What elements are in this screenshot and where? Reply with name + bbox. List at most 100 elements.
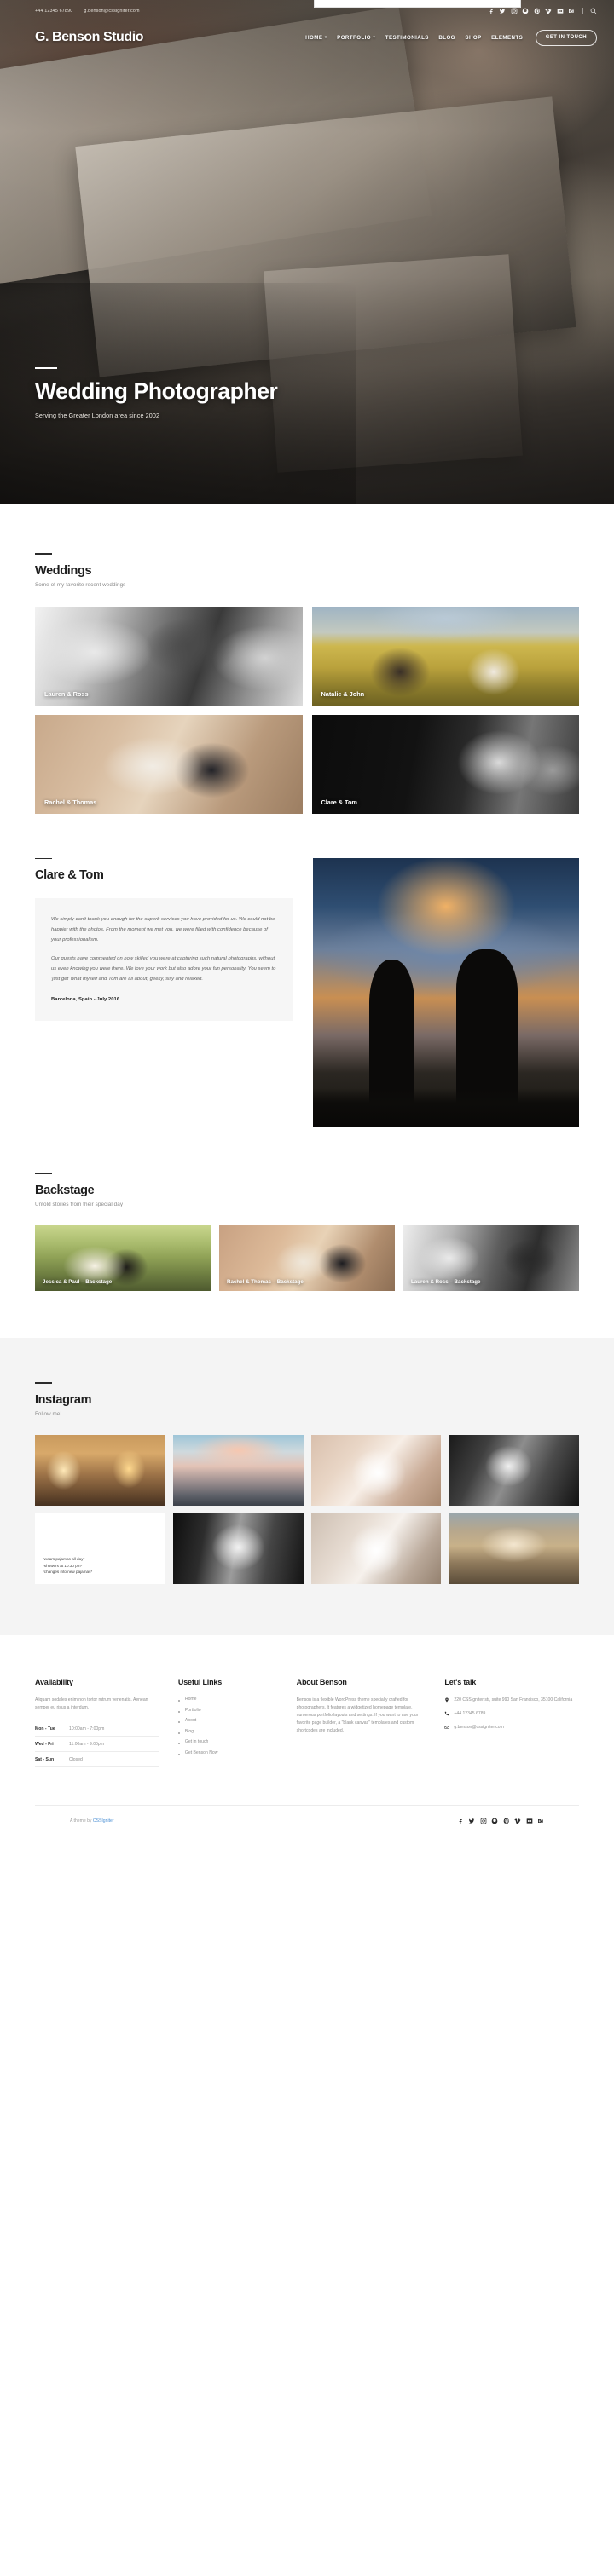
chevron-down-icon: ▾ bbox=[373, 34, 376, 39]
hours-row: Wed - Fri 11:00am - 9:00pm bbox=[35, 1737, 159, 1753]
contact-address: 220 CSSIgniter str, suite 990 San Franci… bbox=[454, 1697, 573, 1703]
page-root: +44 12345 67890 g.benson@cssigniter.com … bbox=[0, 0, 614, 1839]
footer-divider bbox=[444, 1667, 460, 1669]
instagram-post[interactable] bbox=[449, 1513, 579, 1584]
instagram-grid: *wears pajamas all day* *showers at 10:3… bbox=[35, 1434, 579, 1584]
contact-phone-row[interactable]: +44 12345 6789 bbox=[444, 1710, 579, 1718]
nav-items: Home ▾ Portfolio ▾ Testimonials Blog Sho… bbox=[305, 29, 597, 46]
testimonial-row: Clare & Tom We simply can't thank you en… bbox=[35, 857, 579, 1127]
phone-icon bbox=[444, 1711, 449, 1716]
contact-email-row[interactable]: g.benson@cssigniter.com bbox=[444, 1724, 579, 1732]
section-divider bbox=[35, 1382, 52, 1384]
nav-item-shop[interactable]: Shop bbox=[465, 35, 481, 41]
instagram-section: Instagram Follow me! *wears pajamas all … bbox=[0, 1338, 614, 1635]
footer-divider bbox=[35, 1667, 50, 1669]
nav-item-home[interactable]: Home ▾ bbox=[305, 35, 327, 41]
section-divider bbox=[35, 553, 52, 555]
nav-item-blog[interactable]: Blog bbox=[438, 35, 455, 41]
instagram-post[interactable] bbox=[35, 1434, 165, 1506]
contact-email: g.benson@cssigniter.com bbox=[454, 1724, 504, 1730]
credit-prefix: A theme by bbox=[70, 1818, 93, 1824]
instagram-title: Instagram bbox=[35, 1392, 92, 1407]
footer-link-get-benson-now[interactable]: Get Benson Now bbox=[177, 1750, 278, 1755]
instagram-post[interactable] bbox=[310, 1434, 442, 1506]
twitter-icon[interactable] bbox=[499, 8, 506, 14]
testimonial-left: Clare & Tom We simply can't thank you en… bbox=[35, 857, 293, 1021]
useful-links-title: Useful Links bbox=[177, 1678, 223, 1687]
theme-credit: A theme by CSSIgniter bbox=[70, 1818, 114, 1824]
header-email[interactable]: g.benson@cssigniter.com bbox=[84, 9, 139, 14]
backstage-card-caption: Jessica & Paul – Backstage bbox=[43, 1279, 113, 1286]
facebook-icon[interactable] bbox=[457, 1818, 464, 1824]
top-bar: +44 12345 67890 g.benson@cssigniter.com bbox=[0, 0, 614, 22]
contact-title: Let's talk bbox=[444, 1678, 477, 1687]
nav-label: Portfolio bbox=[337, 34, 372, 41]
footer-link-blog[interactable]: Blog bbox=[177, 1729, 278, 1734]
hero-section: +44 12345 67890 g.benson@cssigniter.com … bbox=[0, 0, 614, 504]
search-icon[interactable] bbox=[590, 8, 597, 14]
instagram-post[interactable] bbox=[310, 1513, 442, 1584]
vimeo-icon[interactable] bbox=[545, 8, 552, 14]
nav-item-portfolio[interactable]: Portfolio ▾ bbox=[337, 35, 375, 41]
google-plus-icon[interactable] bbox=[522, 8, 529, 14]
nav-item-testimonials[interactable]: Testimonials bbox=[385, 35, 429, 41]
backstage-card-jessica-paul[interactable]: Jessica & Paul – Backstage bbox=[35, 1225, 211, 1292]
top-bar-contact: +44 12345 67890 g.benson@cssigniter.com bbox=[35, 9, 140, 14]
flickr-icon[interactable] bbox=[557, 8, 564, 14]
twitter-icon[interactable] bbox=[468, 1818, 475, 1824]
testimonial-quote-box: We simply can't thank you enough for the… bbox=[35, 898, 293, 1021]
instagram-post[interactable] bbox=[172, 1434, 304, 1506]
contact-phone: +44 12345 6789 bbox=[454, 1710, 486, 1716]
facebook-icon[interactable] bbox=[488, 8, 495, 14]
instagram-post[interactable] bbox=[172, 1513, 304, 1584]
behance-icon[interactable] bbox=[537, 1818, 544, 1824]
backstage-subtitle: Untold stories from their special day bbox=[35, 1202, 124, 1208]
footer-link-home[interactable]: Home bbox=[177, 1697, 278, 1703]
behance-icon[interactable] bbox=[568, 8, 575, 14]
footer-link-get-in-touch[interactable]: Get in touch bbox=[177, 1739, 278, 1745]
footer-col-useful-links: Useful Links Home Portfolio About Blog G… bbox=[177, 1667, 278, 1768]
nav-item-elements[interactable]: Elements bbox=[491, 35, 523, 41]
weddings-section: Weddings Some of my favorite recent wedd… bbox=[0, 504, 614, 814]
pinterest-icon[interactable] bbox=[503, 1818, 510, 1824]
backstage-section: Backstage Untold stories from their spec… bbox=[0, 1127, 614, 1292]
contact-address-row: 220 CSSIgniter str, suite 990 San Franci… bbox=[444, 1697, 579, 1704]
google-plus-icon[interactable] bbox=[491, 1818, 498, 1824]
testimonial-paragraph-1: We simply can't thank you enough for the… bbox=[51, 917, 275, 942]
footer-link-about[interactable]: About bbox=[177, 1718, 278, 1724]
availability-hours: Mon - Tue 10:00am - 7:00pm Wed - Fri 11:… bbox=[35, 1721, 159, 1768]
wedding-card-natalie-john[interactable]: Natalie & John bbox=[311, 606, 579, 706]
note-line-1: *wears pajamas all day* bbox=[43, 1557, 85, 1562]
footer-link-portfolio[interactable]: Portfolio bbox=[177, 1708, 278, 1713]
instagram-note-post[interactable]: *wears pajamas all day* *showers at 10:3… bbox=[35, 1513, 165, 1584]
cssigniter-link[interactable]: CSSIgniter bbox=[93, 1818, 114, 1824]
wedding-card-clare-tom[interactable]: Clare & Tom bbox=[311, 714, 579, 814]
pinterest-icon[interactable] bbox=[534, 8, 541, 14]
hours-time: 11:00am - 9:00pm bbox=[69, 1741, 104, 1747]
vimeo-icon[interactable] bbox=[514, 1818, 521, 1824]
map-pin-icon bbox=[444, 1697, 449, 1703]
testimonial-photo bbox=[313, 857, 579, 1127]
backstage-card-lauren-ross[interactable]: Lauren & Ross – Backstage bbox=[403, 1225, 579, 1292]
hours-time: Closed bbox=[69, 1756, 83, 1762]
instagram-inner: Instagram Follow me! *wears pajamas all … bbox=[0, 1382, 614, 1584]
site-brand[interactable]: G. Benson Studio bbox=[35, 30, 143, 45]
footer-divider bbox=[177, 1667, 194, 1669]
header-phone[interactable]: +44 12345 67890 bbox=[35, 9, 72, 14]
footer-col-about: About Benson Benson is a flexible WordPr… bbox=[296, 1667, 426, 1768]
weddings-subtitle: Some of my favorite recent weddings bbox=[35, 581, 126, 588]
wedding-card-lauren-ross[interactable]: Lauren & Ross bbox=[35, 606, 303, 706]
testimonial-paragraph-2: Our guests have commented on how skilled… bbox=[51, 956, 276, 983]
hours-day: Wed - Fri bbox=[35, 1741, 54, 1747]
get-in-touch-button[interactable]: Get in touch bbox=[535, 29, 597, 46]
backstage-card-rachel-thomas[interactable]: Rachel & Thomas – Backstage bbox=[219, 1225, 395, 1292]
backstage-card-caption: Rachel & Thomas – Backstage bbox=[227, 1279, 304, 1286]
hero-title: Wedding Photographer bbox=[35, 378, 278, 405]
silhouette-ground bbox=[313, 1088, 579, 1127]
instagram-post[interactable] bbox=[449, 1434, 579, 1506]
nav-label: Home bbox=[305, 34, 323, 41]
instagram-icon[interactable] bbox=[480, 1818, 487, 1824]
flickr-icon[interactable] bbox=[526, 1818, 533, 1824]
instagram-icon[interactable] bbox=[511, 8, 518, 14]
wedding-card-rachel-thomas[interactable]: Rachel & Thomas bbox=[35, 714, 303, 814]
